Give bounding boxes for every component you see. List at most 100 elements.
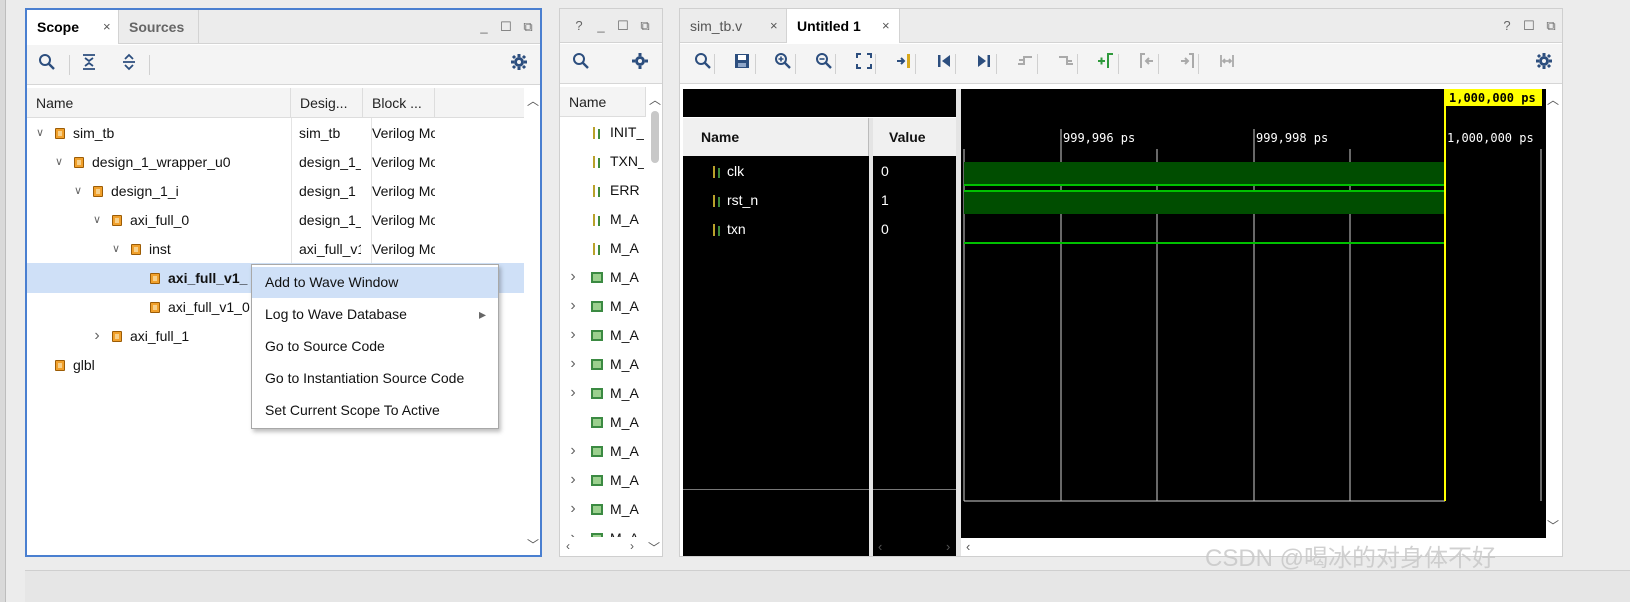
next-transition-icon[interactable] <box>1054 52 1078 76</box>
table-row[interactable]: ∨ inst axi_full_v1 Verilog Mo <box>27 234 524 264</box>
next-marker-icon[interactable] <box>1175 52 1199 76</box>
menu-item[interactable]: Set Current Scope To Active <box>252 395 498 426</box>
wave-value-header[interactable]: Value <box>873 118 956 156</box>
scroll-down-icon[interactable]: ﹀ <box>1547 517 1559 534</box>
list-item[interactable]: ERR <box>560 175 646 205</box>
add-marker-icon[interactable] <box>1094 52 1118 76</box>
objects-scrollbar[interactable]: ︿ <box>648 87 662 537</box>
list-item[interactable]: › M_A <box>560 494 646 524</box>
chevron-right-icon[interactable]: › <box>566 494 580 524</box>
list-item[interactable]: › M_A <box>560 378 646 408</box>
table-row[interactable]: ∨ design_1_wrapper_u0 design_1_ Verilog Mo <box>27 147 524 177</box>
help-icon[interactable]: ? <box>1496 9 1518 43</box>
chevron-down-icon[interactable]: ∨ <box>71 176 85 206</box>
signal-row[interactable]: clk 0 <box>683 156 956 186</box>
minimize-icon[interactable]: _ <box>473 10 495 44</box>
chevron-right-icon[interactable]: › <box>566 378 580 408</box>
scroll-left-icon[interactable]: ‹ <box>878 539 882 554</box>
chevron-right-icon[interactable]: › <box>566 291 580 321</box>
scroll-up-icon[interactable]: ︿ <box>1547 91 1559 108</box>
scroll-up-icon[interactable]: ︿ <box>527 92 539 109</box>
list-item[interactable]: M_A <box>560 407 646 437</box>
list-item[interactable]: › M_A <box>560 291 646 321</box>
scope-scrollbar[interactable]: ︿ ﹀ <box>526 88 540 553</box>
scroll-down-icon[interactable]: ﹀ <box>648 539 660 556</box>
close-tab-icon[interactable]: × <box>770 9 778 43</box>
menu-item[interactable]: Log to Wave Database ▸ <box>252 299 498 330</box>
chevron-right-icon[interactable]: › <box>566 262 580 292</box>
scroll-up-icon[interactable]: ︿ <box>649 91 661 108</box>
go-to-cursor-icon[interactable] <box>892 52 916 76</box>
maximize-icon[interactable]: ☐ <box>495 10 517 44</box>
search-icon[interactable] <box>691 52 715 76</box>
table-row[interactable]: ∨ axi_full_0 design_1_ Verilog Mo <box>27 205 524 235</box>
previous-transition-icon[interactable] <box>1013 52 1037 76</box>
collapse-all-icon[interactable] <box>77 53 101 77</box>
zoom-fit-icon[interactable] <box>852 52 876 76</box>
expand-all-icon[interactable] <box>117 53 141 77</box>
chevron-down-icon[interactable]: ∨ <box>90 205 104 235</box>
scroll-right-icon[interactable]: › <box>946 539 950 554</box>
scroll-left-icon[interactable]: ‹ <box>566 539 570 553</box>
chevron-right-icon[interactable]: › <box>566 465 580 495</box>
chevron-down-icon[interactable]: ∨ <box>52 147 66 177</box>
close-tab-icon[interactable]: × <box>882 9 890 43</box>
zoom-out-icon[interactable] <box>812 52 836 76</box>
minimize-icon[interactable]: _ <box>590 9 612 43</box>
signal-row[interactable]: rst_n 1 <box>683 185 956 215</box>
chevron-right-icon[interactable]: › <box>566 349 580 379</box>
list-item[interactable]: › M_A <box>560 320 646 350</box>
wave-name-header[interactable]: Name <box>683 118 869 156</box>
list-item[interactable]: › M_A <box>560 262 646 292</box>
list-item[interactable]: TXN_ <box>560 146 646 176</box>
scroll-right-icon[interactable]: › <box>630 539 634 553</box>
column-name[interactable]: Name <box>560 87 646 117</box>
go-to-end-icon[interactable] <box>972 52 996 76</box>
chevron-right-icon[interactable]: › <box>566 523 580 537</box>
chevron-down-icon[interactable]: ∨ <box>109 234 123 264</box>
list-item[interactable]: › M_A <box>560 465 646 495</box>
waveform-canvas[interactable]: 999,996 ps 999,998 ps 1,000,000 ps 1,000,00… <box>961 89 1546 538</box>
zoom-in-icon[interactable] <box>771 52 795 76</box>
chevron-down-icon[interactable]: ∨ <box>33 118 47 148</box>
chevron-right-icon[interactable]: › <box>90 321 104 351</box>
objects-hscrollbar[interactable]: ‹ › ﹀ <box>560 539 662 555</box>
scroll-left-icon[interactable]: ‹ <box>966 539 970 554</box>
wave-scrollbar[interactable]: ︿ ﹀ <box>1546 89 1560 538</box>
scroll-down-icon[interactable]: ﹀ <box>527 536 539 553</box>
previous-marker-icon[interactable] <box>1135 52 1159 76</box>
list-item[interactable]: › M_A <box>560 436 646 466</box>
gear-icon[interactable] <box>1532 52 1556 76</box>
column-name[interactable]: Name <box>27 88 291 118</box>
column-block[interactable]: Block ... <box>363 88 435 118</box>
signal-row[interactable]: txn 0 <box>683 214 956 244</box>
tab-sources[interactable]: Sources <box>119 10 199 44</box>
chevron-right-icon[interactable]: › <box>566 320 580 350</box>
go-to-start-icon[interactable] <box>932 52 956 76</box>
table-row[interactable]: ∨ sim_tb sim_tb Verilog Mo <box>27 118 524 148</box>
list-item[interactable]: M_A <box>560 233 646 263</box>
swap-cursors-icon[interactable] <box>1215 52 1239 76</box>
scroll-thumb[interactable] <box>651 111 659 163</box>
list-item[interactable]: › M_A <box>560 349 646 379</box>
menu-item[interactable]: Go to Instantiation Source Code <box>252 363 498 394</box>
column-design[interactable]: Desig... <box>291 88 363 118</box>
close-tab-icon[interactable]: × <box>103 10 111 44</box>
list-item[interactable]: M_A <box>560 204 646 234</box>
menu-item[interactable]: Add to Wave Window <box>252 267 498 298</box>
float-icon[interactable]: ⧉ <box>517 10 539 44</box>
list-item[interactable]: INIT_ <box>560 117 646 147</box>
help-icon[interactable]: ? <box>568 9 590 43</box>
gear-icon[interactable] <box>507 53 531 77</box>
list-item[interactable]: › M_A <box>560 523 646 537</box>
maximize-icon[interactable]: ☐ <box>1518 9 1540 43</box>
table-row[interactable]: ∨ design_1_i design_1 Verilog Mo <box>27 176 524 206</box>
chevron-right-icon[interactable]: › <box>566 436 580 466</box>
menu-item[interactable]: Go to Source Code <box>252 331 498 362</box>
save-icon[interactable] <box>730 52 754 76</box>
float-icon[interactable]: ⧉ <box>1540 9 1562 43</box>
search-icon[interactable] <box>569 52 593 76</box>
gear-icon[interactable] <box>628 52 652 76</box>
float-icon[interactable]: ⧉ <box>634 9 656 43</box>
search-icon[interactable] <box>35 53 59 77</box>
